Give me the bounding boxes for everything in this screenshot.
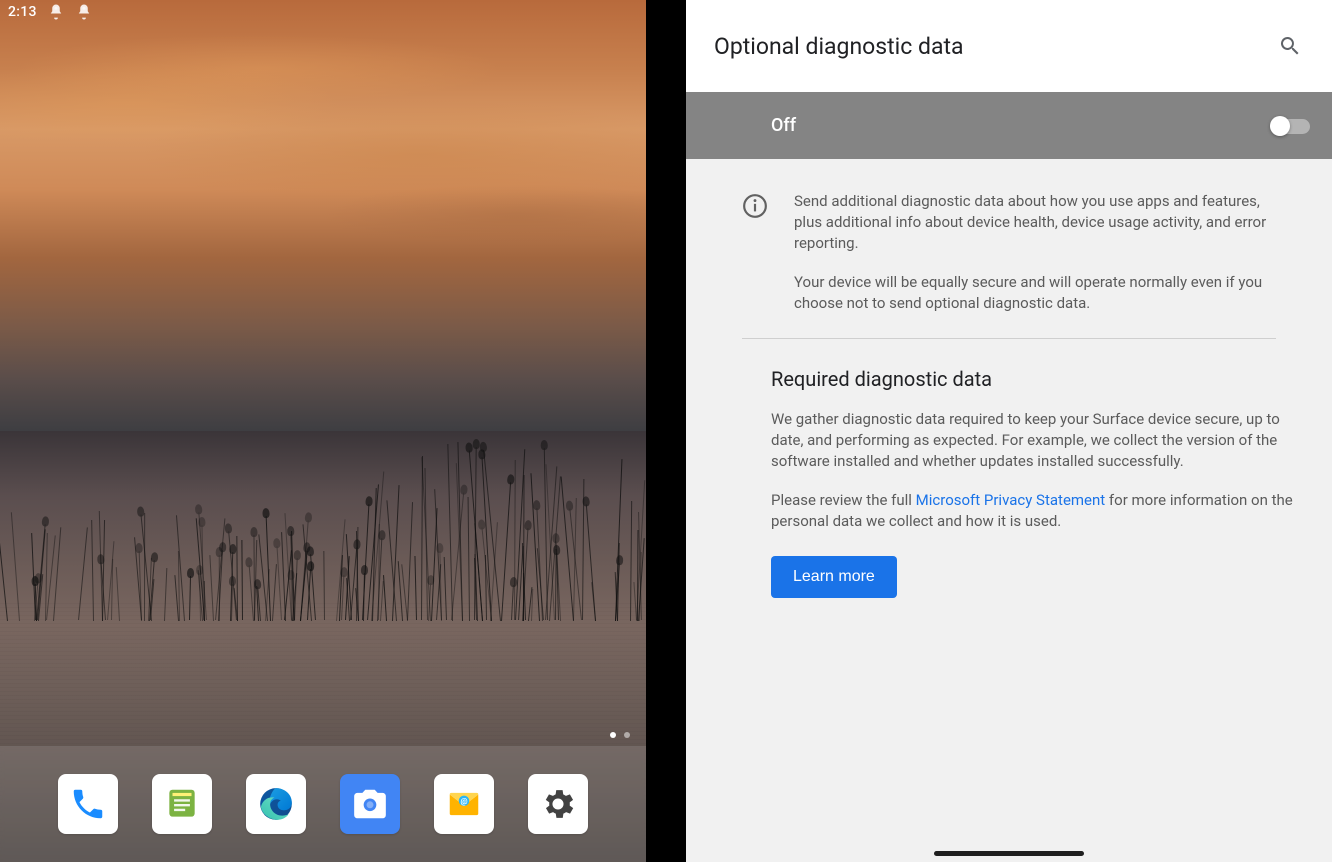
settings-header: Optional diagnostic data — [686, 0, 1332, 92]
edge-app-icon[interactable] — [246, 774, 306, 834]
required-para1: We gather diagnostic data required to ke… — [771, 409, 1304, 472]
info-para2: Your device will be equally secure and w… — [794, 272, 1276, 314]
page-dot-active — [610, 732, 616, 738]
search-button[interactable] — [1270, 26, 1310, 66]
page-title: Optional diagnostic data — [714, 33, 964, 60]
required-para2: Please review the full Microsoft Privacy… — [771, 490, 1304, 532]
toggle-label: Off — [771, 115, 796, 136]
info-block: Send additional diagnostic data about ho… — [742, 159, 1276, 339]
required-section: Required diagnostic data We gather diagn… — [686, 339, 1332, 618]
messages-app-icon[interactable] — [152, 774, 212, 834]
device-hinge — [646, 0, 686, 862]
page-dot — [624, 732, 630, 738]
required-body: We gather diagnostic data required to ke… — [771, 409, 1304, 532]
svg-text:@: @ — [460, 797, 467, 806]
required-title: Required diagnostic data — [771, 367, 1304, 391]
navigation-handle[interactable] — [934, 851, 1084, 856]
diagnostic-toggle[interactable] — [1270, 115, 1310, 137]
email-app-icon[interactable]: @ — [434, 774, 494, 834]
info-text: Send additional diagnostic data about ho… — [794, 191, 1276, 314]
app-dock: @ — [0, 746, 646, 862]
status-bar: 2:13 — [0, 0, 646, 24]
settings-app-icon[interactable] — [528, 774, 588, 834]
info-para1: Send additional diagnostic data about ho… — [794, 191, 1276, 254]
search-icon — [1278, 34, 1302, 58]
notification-icon — [47, 3, 65, 21]
status-time: 2:13 — [8, 4, 37, 20]
settings-content: Send additional diagnostic data about ho… — [686, 159, 1332, 862]
switch-thumb — [1270, 116, 1290, 136]
toggle-row[interactable]: Off — [686, 92, 1332, 159]
settings-panel: Optional diagnostic data Off Send additi… — [686, 0, 1332, 862]
privacy-link[interactable]: Microsoft Privacy Statement — [916, 491, 1106, 509]
info-icon — [742, 193, 768, 219]
page-indicator — [610, 732, 630, 738]
home-screen[interactable]: 2:13 @ — [0, 0, 646, 862]
phone-app-icon[interactable] — [58, 774, 118, 834]
notification-icon — [75, 3, 93, 21]
learn-more-button[interactable]: Learn more — [771, 556, 897, 598]
camera-app-icon[interactable] — [340, 774, 400, 834]
